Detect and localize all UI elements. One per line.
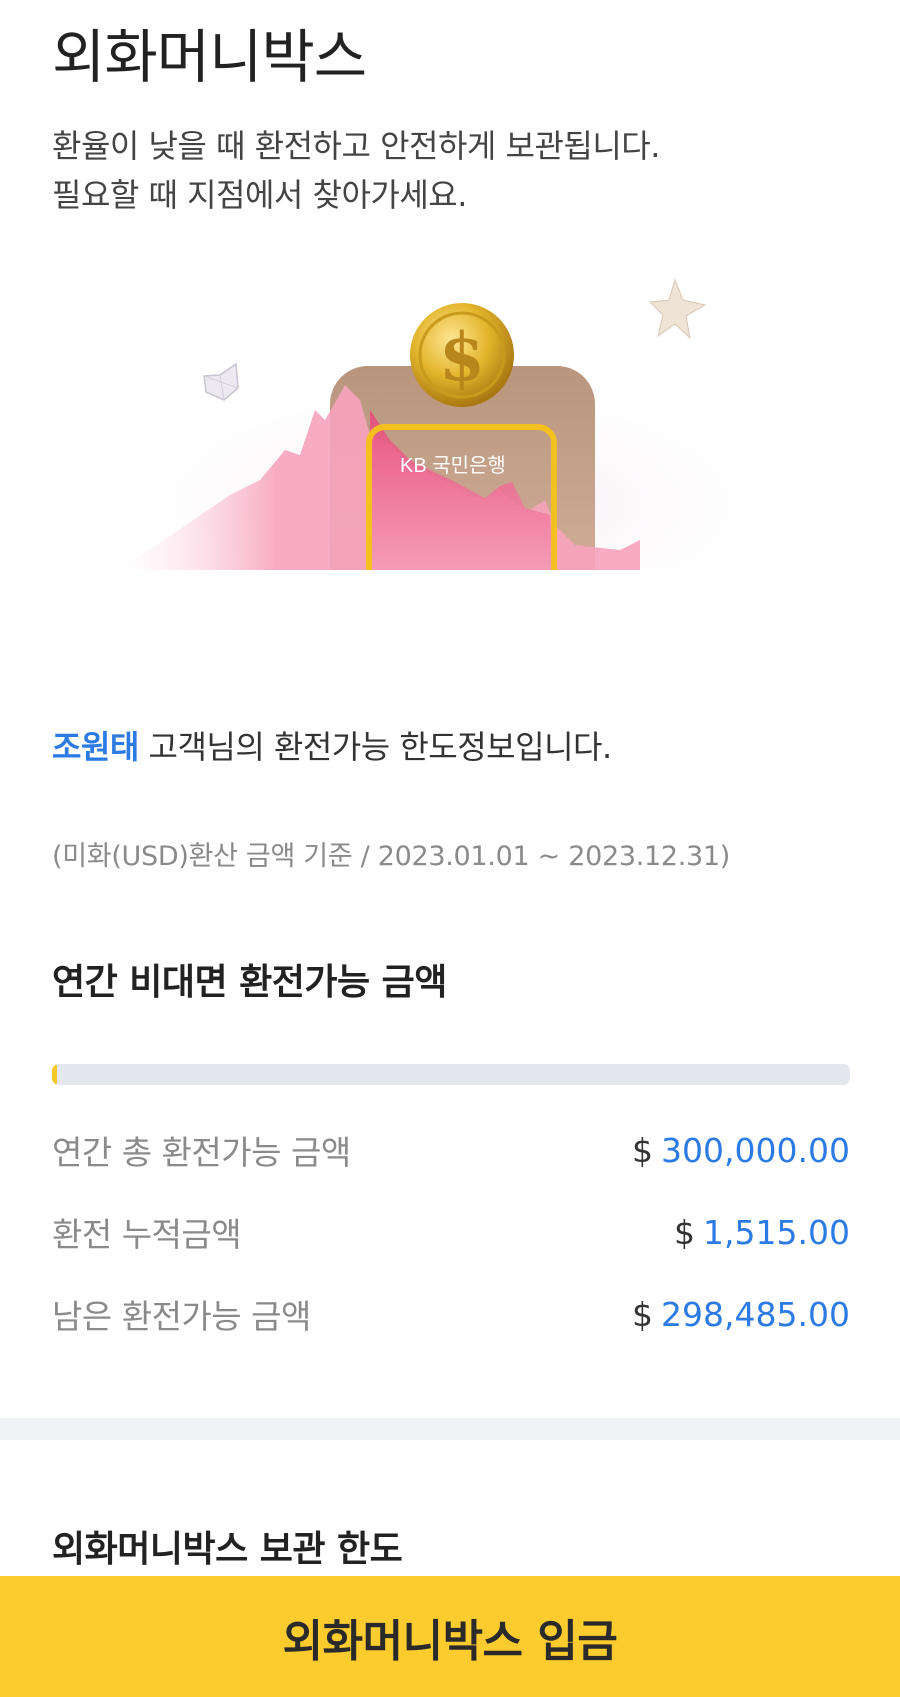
deposit-button[interactable]: 외화머니박스 입금 bbox=[0, 1576, 900, 1697]
row-label: 남은 환전가능 금액 bbox=[52, 1297, 311, 1336]
limit-progress-fill bbox=[52, 1064, 57, 1085]
storage-limit-title: 외화머니박스 보관 한도 bbox=[52, 1529, 403, 1570]
amount: 300,000.00 bbox=[661, 1130, 850, 1170]
hero-illustration: KB 국민은행 $ bbox=[0, 260, 900, 640]
coin-icon: $ bbox=[410, 303, 514, 407]
description-line-2: 필요할 때 지점에서 찾아가세요. bbox=[52, 176, 467, 214]
annual-limit-title: 연간 비대면 환전가능 금액 bbox=[52, 962, 447, 1003]
section-divider bbox=[0, 1418, 900, 1440]
description-line-1: 환율이 낮을 때 환전하고 안전하게 보관됩니다. bbox=[52, 127, 660, 165]
currency-symbol: $ bbox=[674, 1212, 696, 1252]
accumulated-row: 환전 누적금액 $1,515.00 bbox=[52, 1208, 850, 1256]
customer-name: 조원태 bbox=[52, 728, 139, 766]
exchange-basis-note: (미화(USD)환산 금액 기준 / 2023.01.01 ~ 2023.12.… bbox=[52, 841, 731, 872]
svg-text:$: $ bbox=[439, 318, 485, 396]
star-icon bbox=[648, 278, 707, 340]
page-description: 환율이 낮을 때 환전하고 안전하게 보관됩니다. 필요할 때 지점에서 찾아가… bbox=[52, 122, 852, 220]
page-title: 외화머니박스 bbox=[52, 23, 367, 91]
annual-total-row: 연간 총 환전가능 금액 $300,000.00 bbox=[52, 1126, 850, 1174]
customer-greeting: 조원태 고객님의 환전가능 한도정보입니다. bbox=[52, 722, 612, 768]
amount: 1,515.00 bbox=[703, 1212, 850, 1252]
kb-logo-text: KB 국민은행 bbox=[400, 454, 506, 477]
row-value: $298,485.00 bbox=[632, 1295, 850, 1334]
limit-progress-bar bbox=[52, 1064, 850, 1085]
hero-graphic: KB 국민은행 $ bbox=[0, 278, 900, 640]
currency-symbol: $ bbox=[632, 1130, 654, 1170]
row-label: 환전 누적금액 bbox=[52, 1215, 242, 1254]
row-value: $300,000.00 bbox=[632, 1131, 850, 1170]
remaining-row: 남은 환전가능 금액 $298,485.00 bbox=[52, 1290, 850, 1338]
greeting-text: 고객님의 환전가능 한도정보입니다. bbox=[138, 728, 613, 766]
row-label: 연간 총 환전가능 금액 bbox=[52, 1133, 351, 1172]
row-value: $1,515.00 bbox=[674, 1213, 850, 1252]
currency-symbol: $ bbox=[632, 1294, 654, 1334]
amount: 298,485.00 bbox=[661, 1294, 850, 1334]
